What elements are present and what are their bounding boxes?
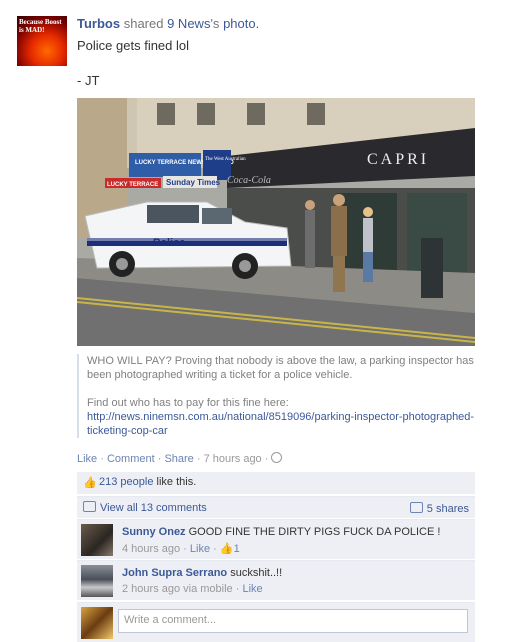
- shares-link[interactable]: 5 shares: [409, 502, 469, 515]
- comment-timestamp[interactable]: 2 hours ago via mobile: [122, 583, 233, 595]
- thumbs-up-icon: 👍: [83, 477, 97, 489]
- article-link[interactable]: http://news.ninemsn.com.au/national/8519…: [87, 411, 474, 437]
- avatar-text: Because Boost is MAD!: [19, 18, 62, 34]
- comment-text: GOOD FINE THE DIRTY PIGS FUCK DA POLICE …: [188, 526, 441, 538]
- west-sign: The West Australian: [205, 157, 246, 162]
- globe-icon: [271, 452, 283, 463]
- page-avatar[interactable]: Because Boost is MAD!: [17, 16, 67, 66]
- comment-timestamp[interactable]: 4 hours ago: [122, 543, 180, 555]
- viewer-avatar: [81, 607, 113, 639]
- comment-author-link[interactable]: Sunny Onez: [122, 526, 186, 538]
- likes-suffix: like this.: [156, 476, 197, 488]
- likes-count-link[interactable]: 213 people: [99, 476, 153, 488]
- sunday-sign: Sunday Times: [166, 178, 221, 187]
- share-icon: [409, 502, 423, 513]
- shared-photo[interactable]: CAPRI LUCKY TERRACE NEWS & LOTTO The Wes…: [77, 98, 475, 346]
- comment-like-link[interactable]: Like: [242, 583, 262, 595]
- author-link[interactable]: Turbos: [77, 16, 120, 31]
- post-actions: Like · Comment · Share · 7 hours ago ·: [77, 452, 283, 465]
- post-signature: - JT: [77, 73, 100, 88]
- share-link[interactable]: Share: [164, 453, 193, 465]
- shared-verb: shared: [123, 16, 164, 31]
- photo-link[interactable]: photo.: [223, 16, 259, 31]
- photo-illustration: CAPRI LUCKY TERRACE NEWS & LOTTO The Wes…: [77, 98, 475, 346]
- comment-text: suckshit..!!: [230, 567, 283, 579]
- post-timestamp[interactable]: 7 hours ago: [204, 453, 262, 465]
- lucky-small-sign: LUCKY TERRACE: [107, 182, 158, 188]
- comment-like-link[interactable]: Like: [190, 543, 210, 555]
- view-comments-row: View all 13 comments 5 shares: [77, 496, 475, 518]
- post-header: Turbos shared 9 News's photo.: [77, 16, 259, 31]
- comment-author-link[interactable]: John Supra Serrano: [122, 567, 227, 579]
- caption-text: WHO WILL PAY? Proving that nobody is abo…: [87, 355, 474, 381]
- coke-sign: Coca-Cola: [227, 175, 271, 186]
- comment-item: John Supra Serrano suckshit..!! 2 hours …: [77, 560, 475, 600]
- post-message: Police gets fined lol: [77, 38, 190, 53]
- source-suffix: 's: [210, 16, 220, 31]
- comment-like-count[interactable]: 👍1: [220, 543, 240, 555]
- like-link[interactable]: Like: [77, 453, 97, 465]
- view-all-comments-link[interactable]: View all 13 comments: [100, 502, 207, 514]
- attachment-caption: WHO WILL PAY? Proving that nobody is abo…: [77, 354, 497, 438]
- find-out-text: Find out who has to pay for this fine he…: [87, 397, 289, 409]
- comment-input[interactable]: Write a comment...: [118, 609, 468, 633]
- comment-like-number: 1: [233, 543, 240, 555]
- comment-item: Sunny Onez GOOD FINE THE DIRTY PIGS FUCK…: [77, 519, 475, 559]
- likes-row: 👍 213 people like this.: [77, 472, 475, 494]
- commenter-avatar[interactable]: [81, 524, 113, 556]
- comment-composer: Write a comment...: [77, 602, 475, 642]
- comment-link[interactable]: Comment: [107, 453, 155, 465]
- police-text: Police: [153, 237, 185, 249]
- shares-count: 5 shares: [426, 503, 469, 515]
- comment-bubble-icon: [83, 501, 96, 512]
- source-page-link[interactable]: 9 News: [167, 16, 210, 31]
- thumbs-up-icon: 👍: [219, 543, 234, 555]
- capri-sign: CAPRI: [367, 151, 429, 168]
- commenter-avatar[interactable]: [81, 565, 113, 597]
